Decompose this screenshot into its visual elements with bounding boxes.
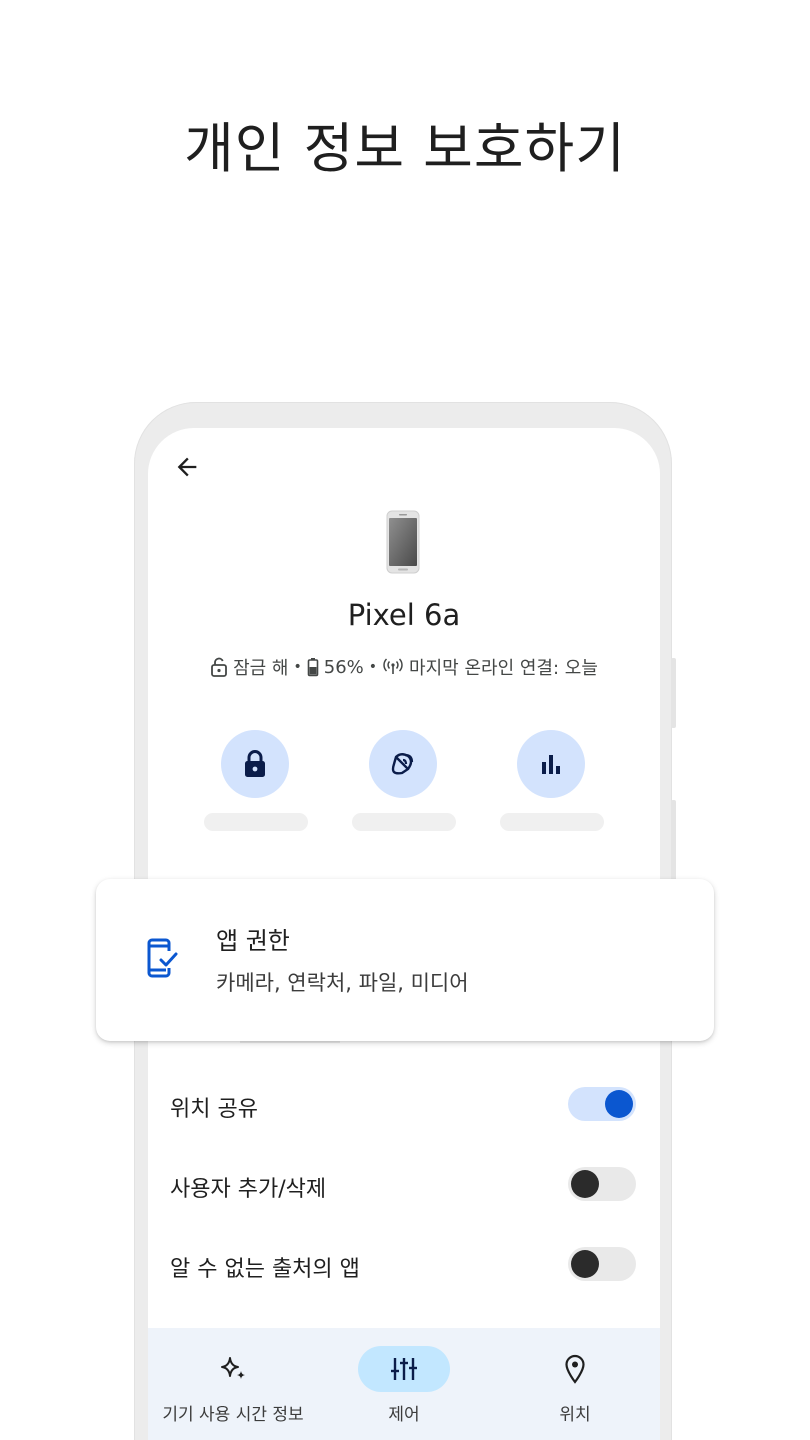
back-button[interactable]	[168, 448, 206, 486]
lock-status-text: 잠금 해	[233, 658, 289, 679]
status-separator: •	[368, 659, 378, 675]
battery-text: 56%	[323, 656, 364, 678]
nav-label: 제어	[388, 1405, 420, 1425]
nav-pill	[187, 1346, 279, 1392]
toggle-row-location-sharing: 위치 공유	[170, 1085, 640, 1125]
location-sharing-switch[interactable]	[568, 1087, 636, 1121]
ring-sound-icon	[391, 753, 414, 775]
location-pin-icon	[565, 1354, 585, 1384]
last-online-text: 마지막 온라인 연결: 오늘	[409, 658, 598, 679]
nav-pill	[529, 1346, 621, 1392]
bottom-navigation: 기기 사용 시간 정보 제어 위치	[148, 1328, 660, 1440]
nav-tab-location[interactable]: 위치	[490, 1328, 660, 1440]
nav-label: 기기 사용 시간 정보	[162, 1405, 304, 1425]
toggle-row-unknown-sources: 알 수 없는 출처의 앱	[170, 1245, 640, 1285]
divider	[240, 1041, 340, 1043]
signal-icon	[383, 658, 403, 674]
arrow-back-icon	[177, 457, 197, 477]
status-separator: •	[293, 659, 302, 675]
permission-card-subtitle: 카메라, 연락처, 파일, 미디어	[216, 971, 469, 995]
device-status-line: 잠금 해 • 56% • 마지막 온라인 연결: 오늘	[148, 654, 660, 680]
action-label-placeholder	[500, 813, 604, 831]
sparkle-icon	[221, 1357, 245, 1379]
nav-tab-screen-time[interactable]: 기기 사용 시간 정보	[148, 1328, 318, 1440]
action-label-placeholder	[352, 813, 456, 831]
page-headline: 개인 정보 보호하기	[184, 117, 626, 180]
unknown-sources-switch[interactable]	[568, 1247, 636, 1281]
tune-sliders-icon	[391, 1358, 417, 1380]
lock-icon	[245, 750, 265, 777]
nav-label: 위치	[559, 1405, 591, 1425]
switch-knob	[571, 1170, 599, 1198]
device-name: Pixel 6a	[347, 598, 461, 632]
usage-stats-button[interactable]	[517, 730, 585, 798]
permission-card-title: 앱 권한	[216, 927, 290, 955]
nav-tab-controls[interactable]: 제어	[318, 1328, 490, 1440]
toggle-label: 알 수 없는 출처의 앱	[170, 1257, 360, 1282]
switch-knob	[605, 1090, 633, 1118]
lock-device-button[interactable]	[221, 730, 289, 798]
toggle-label: 사용자 추가/삭제	[170, 1177, 327, 1202]
play-sound-button[interactable]	[369, 730, 437, 798]
phone-device-icon	[386, 510, 420, 574]
switch-knob	[571, 1250, 599, 1278]
action-label-placeholder	[204, 813, 308, 831]
add-remove-users-switch[interactable]	[568, 1167, 636, 1201]
toggle-row-add-remove-users: 사용자 추가/삭제	[170, 1165, 640, 1205]
phone-side-button	[671, 658, 676, 728]
app-permissions-card[interactable]: 앱 권한 카메라, 연락처, 파일, 미디어	[96, 879, 714, 1041]
phone-check-icon	[147, 938, 178, 978]
bar-chart-icon	[542, 755, 560, 774]
lock-open-icon	[211, 657, 227, 677]
toggle-label: 위치 공유	[170, 1097, 258, 1122]
nav-pill-active	[358, 1346, 450, 1392]
battery-icon	[307, 658, 319, 677]
